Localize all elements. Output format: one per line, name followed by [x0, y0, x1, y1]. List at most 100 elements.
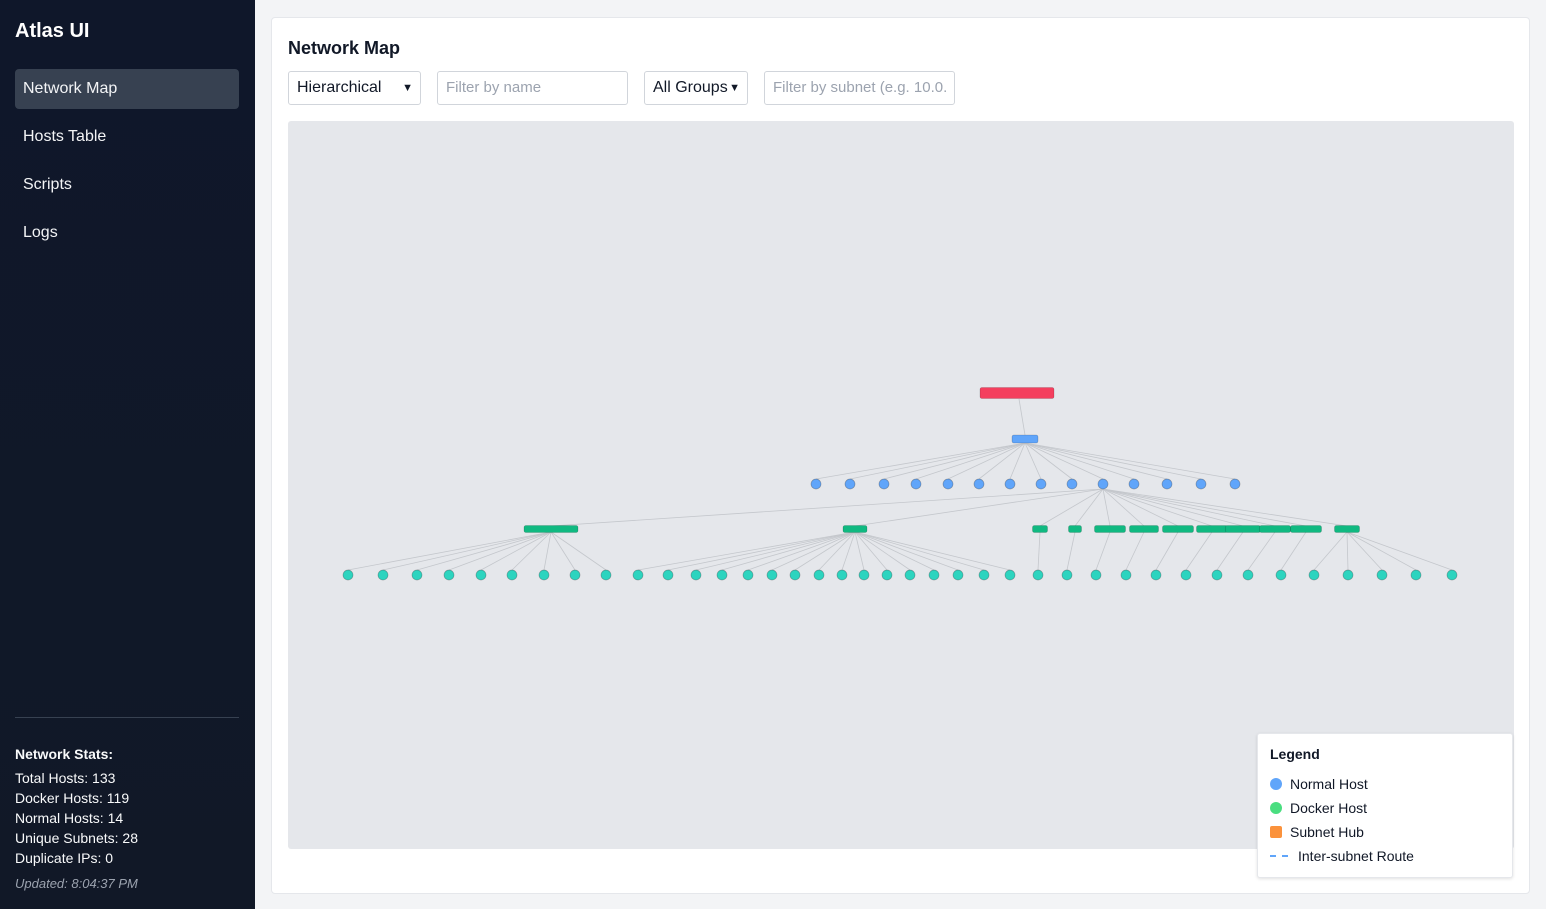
edge-line [1018, 398, 1026, 436]
docker-host-node[interactable] [443, 569, 455, 581]
edge-line [1346, 531, 1349, 571]
docker-host-node[interactable] [1275, 569, 1287, 581]
docker-hub-node[interactable] [1334, 525, 1360, 533]
docker-host-node[interactable] [600, 569, 612, 581]
docker-host-node[interactable] [789, 569, 801, 581]
edge-line [667, 531, 856, 571]
normal-host-node[interactable] [942, 478, 954, 490]
docker-hub-node[interactable] [1129, 525, 1159, 533]
docker-host-node[interactable] [928, 569, 940, 581]
sidebar-item-logs[interactable]: Logs [15, 213, 239, 253]
docker-host-node[interactable] [1120, 569, 1132, 581]
edge-line [1125, 531, 1145, 571]
edge-line [382, 531, 552, 571]
normal-host-node[interactable] [1128, 478, 1140, 490]
docker-host-node[interactable] [881, 569, 893, 581]
docker-host-node[interactable] [858, 569, 870, 581]
sidebar-item-network-map[interactable]: Network Map [15, 69, 239, 109]
docker-hub-node[interactable] [1162, 525, 1194, 533]
docker-host-node[interactable] [978, 569, 990, 581]
docker-host-node[interactable] [1308, 569, 1320, 581]
edge-line [854, 531, 1011, 571]
inter-subnet-route-swatch-icon [1270, 855, 1288, 857]
layout-select[interactable]: Hierarchical ▼ [288, 71, 421, 105]
docker-hub-node[interactable] [1094, 525, 1126, 533]
router-node[interactable] [1011, 434, 1039, 444]
docker-host-node[interactable] [1376, 569, 1388, 581]
edge-line [1346, 531, 1453, 571]
docker-hub-node[interactable] [1068, 525, 1082, 533]
docker-host-node[interactable] [411, 569, 423, 581]
normal-host-node[interactable] [1097, 478, 1109, 490]
normal-host-node[interactable] [810, 478, 822, 490]
docker-host-node[interactable] [1032, 569, 1044, 581]
docker-host-node[interactable] [1242, 569, 1254, 581]
docker-hub-node[interactable] [1032, 525, 1048, 533]
normal-host-node[interactable] [878, 478, 890, 490]
docker-host-node[interactable] [716, 569, 728, 581]
docker-host-node[interactable] [342, 569, 354, 581]
docker-host-node[interactable] [766, 569, 778, 581]
edge-line [550, 488, 1104, 527]
docker-host-node[interactable] [1090, 569, 1102, 581]
docker-host-node[interactable] [1180, 569, 1192, 581]
edge-line [1037, 531, 1041, 571]
docker-hub-node[interactable] [842, 525, 868, 533]
docker-host-node[interactable] [1004, 569, 1016, 581]
docker-host-node[interactable] [662, 569, 674, 581]
edge-line [841, 531, 856, 571]
docker-host-node[interactable] [377, 569, 389, 581]
docker-host-node[interactable] [506, 569, 518, 581]
chevron-down-icon: ▼ [729, 82, 740, 94]
docker-host-node[interactable] [1410, 569, 1422, 581]
docker-hub-node[interactable] [1225, 525, 1261, 533]
sidebar-item-scripts[interactable]: Scripts [15, 165, 239, 205]
normal-host-node[interactable] [1004, 478, 1016, 490]
edge-line [915, 442, 1026, 480]
edge-line [1024, 442, 1104, 480]
docker-host-node[interactable] [742, 569, 754, 581]
docker-host-node[interactable] [1342, 569, 1354, 581]
updated-timestamp: Updated: 8:04:37 PM [15, 876, 138, 891]
edge-line [1346, 531, 1417, 571]
docker-hub-node[interactable] [1196, 525, 1228, 533]
docker-host-node[interactable] [475, 569, 487, 581]
docker-host-node[interactable] [538, 569, 550, 581]
group-select[interactable]: All Groups ▼ [644, 71, 748, 105]
docker-host-node[interactable] [836, 569, 848, 581]
edge-line [854, 531, 935, 571]
edge-line [815, 442, 1026, 480]
docker-host-node[interactable] [1061, 569, 1073, 581]
docker-host-node[interactable] [1446, 569, 1458, 581]
name-filter-input[interactable]: Filter by name [437, 71, 628, 105]
normal-host-node[interactable] [844, 478, 856, 490]
normal-host-swatch-icon [1270, 778, 1282, 790]
legend-item-inter-subnet-route: Inter-subnet Route [1270, 844, 1500, 868]
legend-item-normal-host: Normal Host [1270, 772, 1500, 796]
docker-host-node[interactable] [904, 569, 916, 581]
docker-hub-node[interactable] [1290, 525, 1322, 533]
edge-line [771, 531, 856, 571]
docker-host-node[interactable] [632, 569, 644, 581]
docker-host-node[interactable] [569, 569, 581, 581]
docker-host-node[interactable] [952, 569, 964, 581]
normal-host-node[interactable] [1035, 478, 1047, 490]
docker-host-node[interactable] [813, 569, 825, 581]
normal-host-node[interactable] [1229, 478, 1241, 490]
subnet-filter-input[interactable]: Filter by subnet (e.g. 10.0. [764, 71, 955, 105]
gateway-node[interactable] [979, 387, 1055, 399]
docker-host-node[interactable] [1150, 569, 1162, 581]
docker-hub-node[interactable] [1259, 525, 1291, 533]
docker-host-node[interactable] [690, 569, 702, 581]
normal-host-node[interactable] [1161, 478, 1173, 490]
legend: Legend Normal Host Docker Host Subnet Hu… [1257, 733, 1513, 878]
normal-host-node[interactable] [910, 478, 922, 490]
edge-line [1247, 531, 1276, 571]
normal-host-node[interactable] [1066, 478, 1078, 490]
normal-host-node[interactable] [1195, 478, 1207, 490]
sidebar-item-hosts-table[interactable]: Hosts Table [15, 117, 239, 157]
normal-host-node[interactable] [973, 478, 985, 490]
edge-line [1102, 488, 1276, 527]
docker-hub-node[interactable] [523, 525, 579, 533]
docker-host-node[interactable] [1211, 569, 1223, 581]
